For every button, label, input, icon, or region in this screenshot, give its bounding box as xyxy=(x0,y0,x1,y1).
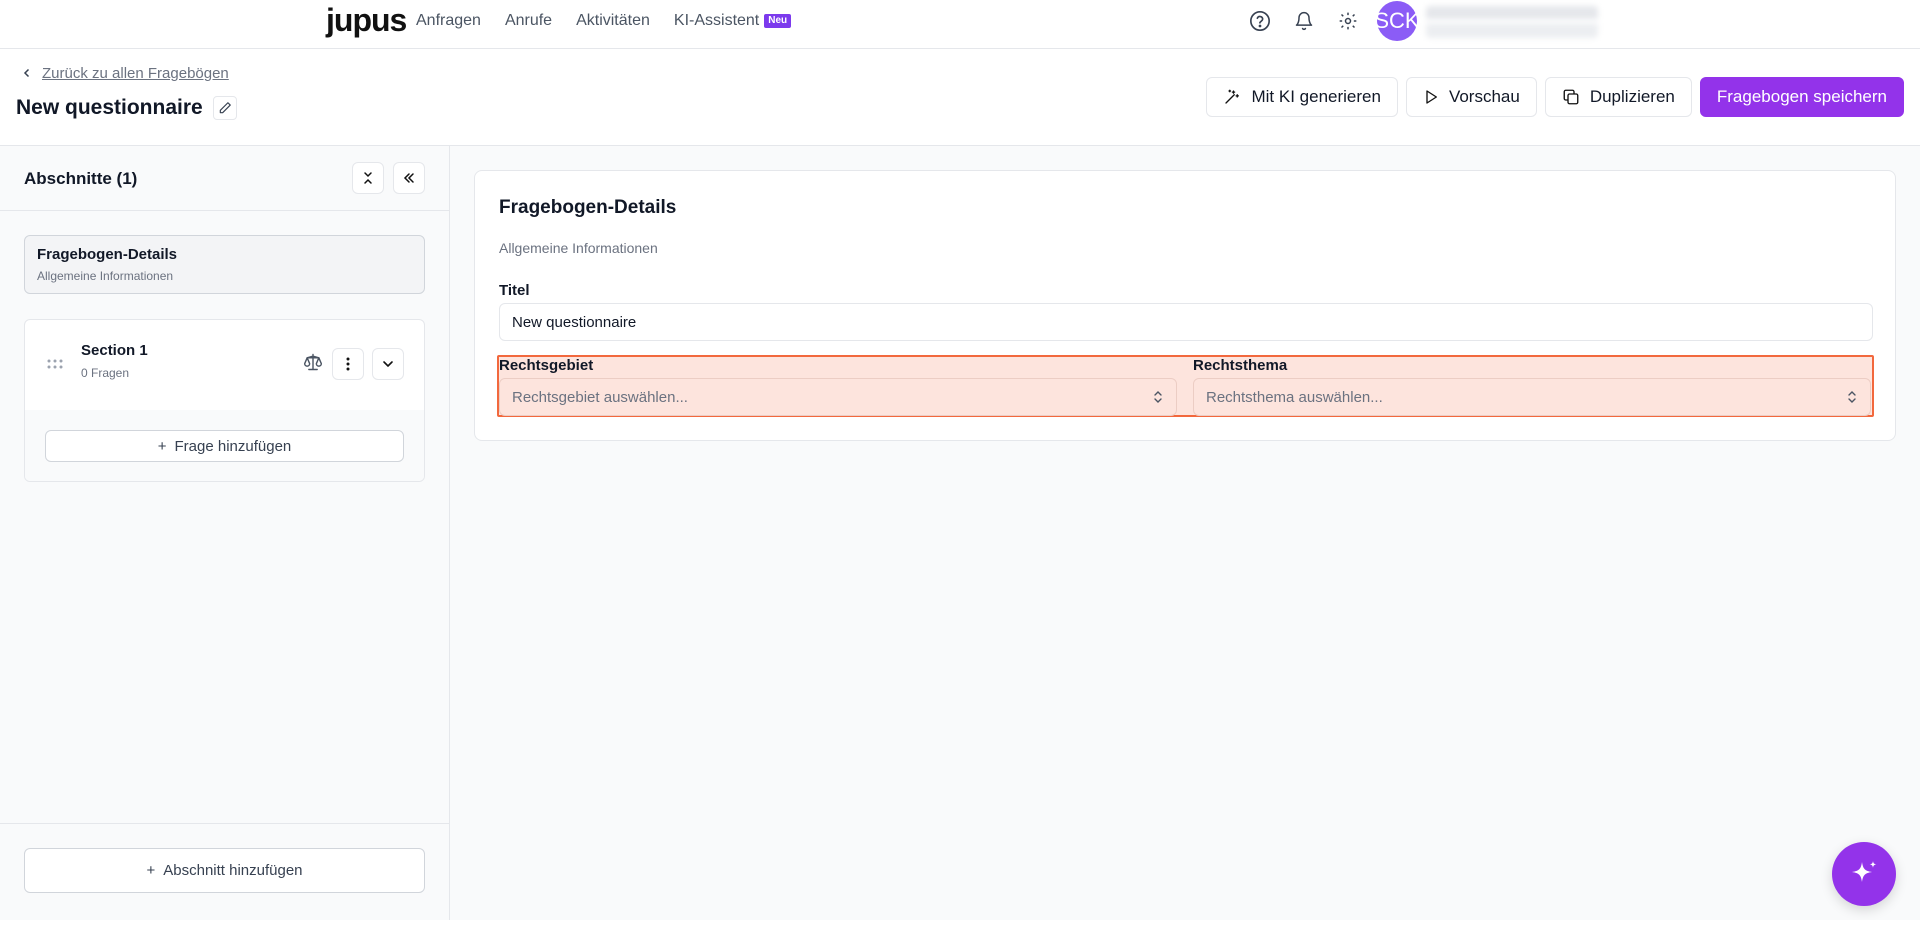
save-questionnaire-button[interactable]: Fragebogen speichern xyxy=(1699,77,1904,117)
user-info-redacted xyxy=(1426,6,1598,38)
sidebar-item-details-subtitle: Allgemeine Informationen xyxy=(37,269,174,283)
section-more-button[interactable] xyxy=(332,348,364,380)
sidebar-title: Abschnitte (1) xyxy=(24,169,138,188)
sparkle-icon xyxy=(1852,861,1877,882)
back-link[interactable]: Zurück zu allen Fragebögen xyxy=(22,65,229,82)
main-nav: Anfragen Anrufe Aktivitäten KI-Assistent… xyxy=(416,12,792,30)
title-label: Titel xyxy=(499,282,530,299)
legal-topic-label: Rechtsthema xyxy=(1193,357,1288,374)
section-header[interactable]: Section 1 0 Fragen xyxy=(25,320,424,410)
bottom-strip xyxy=(0,920,1920,929)
scale-icon xyxy=(303,352,323,377)
details-form-card: Fragebogen-Details Allgemeine Informatio… xyxy=(474,170,1896,441)
section-question-count: 0 Fragen xyxy=(81,366,130,380)
section-expand-button[interactable] xyxy=(372,348,404,380)
top-navigation: jupus Anfragen Anrufe Aktivitäten KI-Ass… xyxy=(0,0,1920,49)
preview-label: Vorschau xyxy=(1448,87,1520,106)
more-vertical-icon xyxy=(346,357,350,371)
hide-sidebar-button[interactable] xyxy=(393,162,425,194)
plus-icon: + xyxy=(157,437,167,455)
section-title: Section 1 xyxy=(81,342,148,359)
drag-handle-icon[interactable] xyxy=(47,356,63,374)
chevron-left-icon xyxy=(22,65,32,82)
section-card: Section 1 0 Fragen + Frage hinzufügen xyxy=(24,319,425,482)
chevrons-left-icon xyxy=(403,173,414,183)
sidebar-item-details[interactable]: Fragebogen-Details Allgemeine Informatio… xyxy=(24,235,425,294)
page-header: Zurück zu allen Fragebögen New questionn… xyxy=(0,49,1920,146)
sections-sidebar: Abschnitte (1) Fragebogen-Details Allgem… xyxy=(0,146,450,920)
nav-link-anfragen[interactable]: Anfragen xyxy=(416,12,481,30)
title-input[interactable]: New questionnaire xyxy=(499,303,1873,341)
sidebar-header: Abschnitte (1) xyxy=(0,146,449,211)
duplicate-button[interactable]: Duplizieren xyxy=(1544,77,1692,117)
add-question-button[interactable]: + Frage hinzufügen xyxy=(45,430,404,462)
section-body: + Frage hinzufügen xyxy=(25,410,424,481)
generate-ai-label: Mit KI generieren xyxy=(1251,87,1381,106)
plus-icon: + xyxy=(146,862,156,879)
ai-assistant-fab[interactable] xyxy=(1832,842,1896,906)
edit-title-button[interactable] xyxy=(212,96,237,120)
chevron-down-icon xyxy=(383,361,393,368)
sidebar-item-details-title: Fragebogen-Details xyxy=(37,246,178,263)
add-section-label: Abschnitt hinzufügen xyxy=(163,862,303,879)
form-subtitle: Allgemeine Informationen xyxy=(499,240,658,256)
duplicate-label: Duplizieren xyxy=(1589,87,1675,106)
header-actions: Mit KI generieren Vorschau Duplizieren F… xyxy=(1206,77,1904,117)
bell-icon[interactable] xyxy=(1292,9,1316,33)
pencil-icon xyxy=(219,102,231,114)
sidebar-footer: + Abschnitt hinzufügen xyxy=(0,823,449,920)
page-title-text: New questionnaire xyxy=(16,96,203,119)
help-icon[interactable] xyxy=(1248,9,1272,33)
page-title: New questionnaire xyxy=(16,96,237,120)
nav-link-ki-assistent-label: KI-Assistent xyxy=(673,12,760,29)
chevron-updown-icon xyxy=(1848,391,1856,403)
back-link-label: Zurück zu allen Fragebögen xyxy=(42,65,229,82)
nav-link-anrufe[interactable]: Anrufe xyxy=(505,12,552,30)
collapse-icon xyxy=(364,172,372,184)
chevron-updown-icon xyxy=(1154,391,1162,403)
legal-area-label: Rechtsgebiet xyxy=(499,357,594,374)
nav-link-aktivitaeten[interactable]: Aktivitäten xyxy=(576,12,650,30)
legal-area-select[interactable]: Rechtsgebiet auswählen... xyxy=(499,378,1177,416)
add-question-label: Frage hinzufügen xyxy=(174,437,292,455)
legal-topic-placeholder: Rechtsthema auswählen... xyxy=(1206,388,1383,406)
nav-link-ki-assistent[interactable]: KI-Assistent Neu xyxy=(673,12,792,30)
legal-area-placeholder: Rechtsgebiet auswählen... xyxy=(512,388,688,406)
copy-icon xyxy=(1563,89,1579,105)
generate-ai-button[interactable]: Mit KI generieren xyxy=(1206,77,1398,117)
add-section-button[interactable]: + Abschnitt hinzufügen xyxy=(24,848,425,893)
magic-wand-icon xyxy=(1225,89,1240,104)
play-icon xyxy=(1426,90,1437,104)
gear-icon[interactable] xyxy=(1336,9,1360,33)
collapse-all-button[interactable] xyxy=(352,162,384,194)
preview-button[interactable]: Vorschau xyxy=(1405,77,1537,117)
new-badge: Neu xyxy=(764,14,792,28)
form-title: Fragebogen-Details xyxy=(499,197,677,218)
main-content: Fragebogen-Details Allgemeine Informatio… xyxy=(450,146,1920,920)
user-avatar[interactable]: SCK xyxy=(1374,1,1420,41)
app-logo[interactable]: jupus xyxy=(326,2,407,39)
legal-topic-select[interactable]: Rechtsthema auswählen... xyxy=(1193,378,1871,416)
top-icon-group xyxy=(1248,9,1360,33)
